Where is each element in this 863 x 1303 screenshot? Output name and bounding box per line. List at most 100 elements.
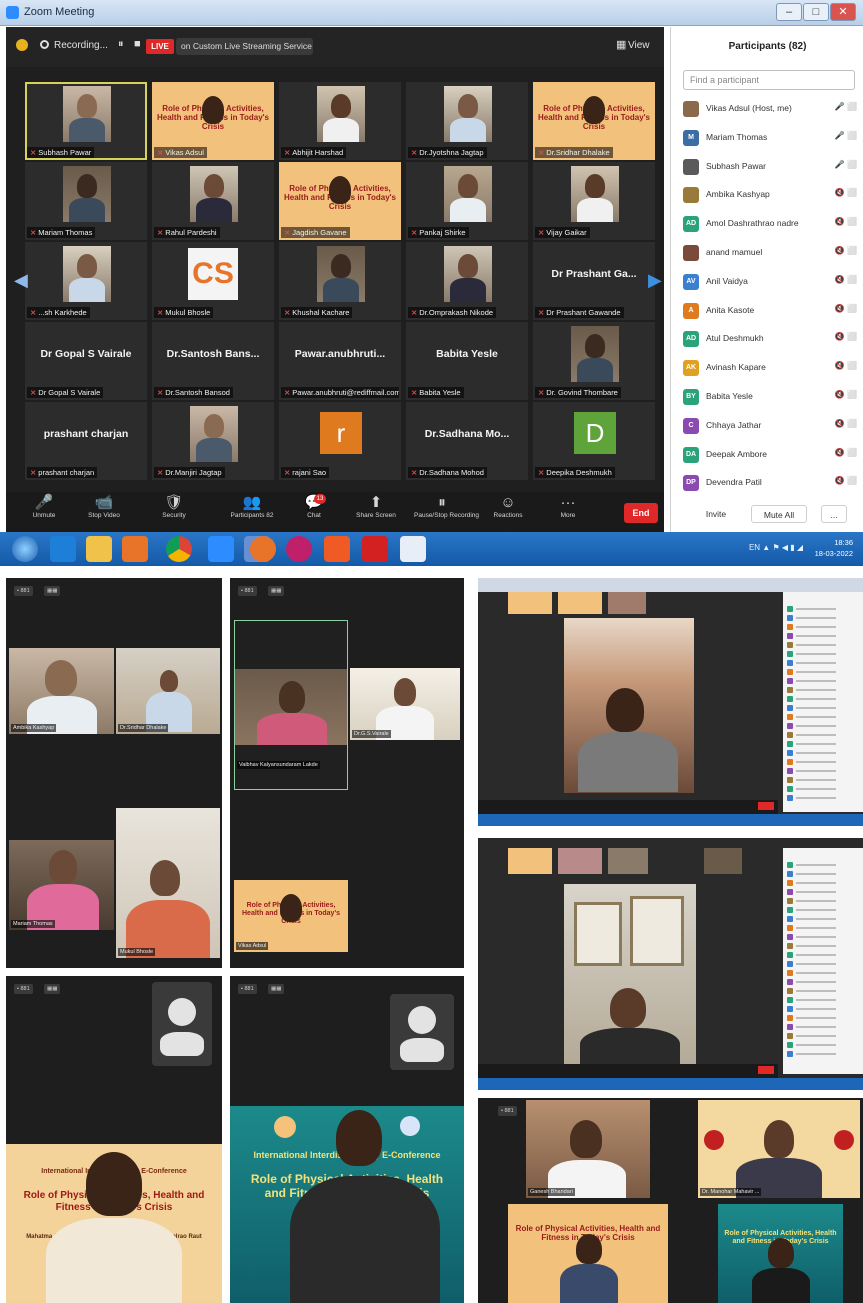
mute-all-button[interactable]: Mute All — [751, 505, 807, 523]
participant-row[interactable]: AD Amol Dashrathrao nadre 🔇 ⬜ — [679, 214, 859, 234]
media-player-icon[interactable] — [122, 536, 148, 562]
mic-video-status-icon[interactable]: 🔇 ⬜ — [835, 217, 857, 226]
pdf-reader-icon[interactable] — [362, 536, 388, 562]
mic-video-status-icon[interactable]: 🔇 ⬜ — [835, 390, 857, 399]
video-tile[interactable]: Dr.Sadhana Mo... ⨯ Dr.Sadhana Mohod — [406, 402, 528, 480]
pause-stop-recording-button[interactable]: ⏸ Pause/Stop Recording — [414, 494, 479, 519]
video-tile[interactable]: ⨯ Dr.Manjiri Jagtap — [152, 402, 274, 480]
security-button[interactable]: 🛡 Security — [146, 494, 202, 519]
mini-name-line — [796, 1035, 836, 1037]
view-button[interactable]: View — [628, 40, 650, 51]
video-tile[interactable]: Dr.Santosh Bans... ⨯ Dr.Santosh Bansod — [152, 322, 274, 400]
participant-row[interactable]: A Anita Kasote 🔇 ⬜ — [679, 301, 859, 321]
taskbar-clock[interactable]: 18:36 18-03-2022 — [815, 537, 853, 559]
video-tile[interactable]: Role of Physical Activities, Health and … — [152, 82, 274, 160]
share-screen-button[interactable]: ⬆ Share Screen — [348, 494, 404, 519]
participant-search-input[interactable]: Find a participant — [683, 70, 855, 90]
pause-recording-icon[interactable]: ⏸ — [118, 38, 124, 51]
video-tile[interactable]: ⨯ Dr.Omprakash Nikode — [406, 242, 528, 320]
shield-icon[interactable] — [16, 39, 28, 51]
video-tile[interactable]: CS ⨯ Mukul Bhosle — [152, 242, 274, 320]
more-options-button[interactable]: ... — [821, 505, 847, 523]
video-tile[interactable]: Pawar.anubhruti... ⨯ Pawar.anubhruti@redif… — [279, 322, 401, 400]
video-tile[interactable]: ⨯ Khushal Kachare — [279, 242, 401, 320]
zoom-taskbar-icon[interactable] — [208, 536, 234, 562]
participant-face — [768, 1238, 794, 1268]
previous-page-icon[interactable]: ◀ — [14, 270, 28, 292]
participants-icon: 👥 — [242, 494, 262, 511]
live-stream-dropdown[interactable]: on Custom Live Streaming Service — [176, 38, 313, 55]
video-tile[interactable]: ⨯ ...sh Karkhede — [25, 242, 147, 320]
opera-icon[interactable] — [286, 536, 312, 562]
participant-face — [150, 860, 180, 896]
participant-row[interactable]: anand mamuel 🔇 ⬜ — [679, 243, 859, 263]
participant-row[interactable]: M Mariam Thomas 🎤 ⬜ — [679, 128, 859, 148]
video-tile[interactable]: Dr Prashant Ga... ⨯ Dr Prashant Gawande — [533, 242, 655, 320]
mic-video-status-icon[interactable]: 🔇 ⬜ — [835, 419, 857, 428]
stop-video-button[interactable]: 📹 Stop Video — [76, 494, 132, 519]
unmute-button[interactable]: 🎤 Unmute — [16, 494, 72, 519]
reactions-button[interactable]: ☺ Reactions — [480, 494, 536, 519]
participant-row[interactable]: AK Avinash Kapare 🔇 ⬜ — [679, 358, 859, 378]
video-tile[interactable]: Babita Yesle ⨯ Babita Yesle — [406, 322, 528, 400]
video-tile[interactable]: Dr Gopal S Vairale ⨯ Dr Gopal S Vairale — [25, 322, 147, 400]
video-tile[interactable]: D ⨯ Deepika Deshmukh — [533, 402, 655, 480]
stop-video-icon: 📹 — [94, 494, 114, 511]
participant-row[interactable]: AD Atul Deshmukh 🔇 ⬜ — [679, 329, 859, 349]
participant-row[interactable]: BY Babita Yesle 🔇 ⬜ — [679, 387, 859, 407]
video-tile[interactable]: ⨯ Rahul Pardeshi — [152, 162, 274, 240]
mic-video-status-icon[interactable]: 🔇 ⬜ — [835, 476, 857, 485]
next-page-icon[interactable]: ▶ — [648, 270, 662, 292]
video-tile[interactable]: ⨯ Subhash Pawar — [25, 82, 147, 160]
end-meeting-button[interactable]: End — [624, 503, 658, 523]
close-button[interactable]: ✕ — [830, 3, 856, 21]
participants-button[interactable]: 👥 Participants 82 — [224, 494, 280, 519]
video-tile[interactable]: r ⨯ rajani Sao — [279, 402, 401, 480]
participant-row[interactable]: DP Devendra Patil 🔇 ⬜ — [679, 473, 859, 493]
mini-name-line — [796, 617, 836, 619]
more-button[interactable]: ··· More — [540, 494, 596, 519]
mini-name-line — [796, 981, 836, 983]
firefox-icon[interactable] — [250, 536, 276, 562]
participant-row[interactable]: Subhash Pawar 🎤 ⬜ — [679, 157, 859, 177]
video-tile[interactable]: ⨯ Vijay Gaikar — [533, 162, 655, 240]
participant-row[interactable]: Ambika Kashyap 🔇 ⬜ — [679, 185, 859, 205]
mic-video-status-icon[interactable]: 🔇 ⬜ — [835, 448, 857, 457]
chrome-icon[interactable] — [166, 536, 192, 562]
video-tile[interactable]: prashant charjan ⨯ prashant charjan — [25, 402, 147, 480]
mic-video-status-icon[interactable]: 🎤 ⬜ — [835, 102, 857, 111]
participant-row[interactable]: C Chhaya Jathar 🔇 ⬜ — [679, 416, 859, 436]
video-tile[interactable]: ⨯ Pankaj Shirke — [406, 162, 528, 240]
mini-end-button[interactable] — [758, 802, 774, 810]
participant-row[interactable]: Vikas Adsul (Host, me) 🎤 ⬜ — [679, 99, 859, 119]
avatar-icon — [168, 998, 196, 1026]
video-tile[interactable]: ⨯ Mariam Thomas — [25, 162, 147, 240]
video-tile[interactable]: Role of Physical Activities, Health and … — [533, 82, 655, 160]
mic-video-status-icon[interactable]: 🔇 ⬜ — [835, 188, 857, 197]
mic-video-status-icon[interactable]: 🔇 ⬜ — [835, 304, 857, 313]
participant-row[interactable]: DA Deepak Ambore 🔇 ⬜ — [679, 445, 859, 465]
stop-recording-icon[interactable]: ■ — [134, 38, 141, 50]
video-tile[interactable]: ⨯ Abhijit Harshad — [279, 82, 401, 160]
document-icon[interactable] — [400, 536, 426, 562]
video-tile[interactable]: ⨯ Dr. Govind Thombare — [533, 322, 655, 400]
participant-shirt — [69, 198, 105, 222]
video-tile[interactable]: Role of Physical Activities, Health and … — [279, 162, 401, 240]
maximize-button[interactable]: □ — [803, 3, 829, 21]
mic-video-status-icon[interactable]: 🎤 ⬜ — [835, 160, 857, 169]
participant-row[interactable]: AV Anil Vaidya 🔇 ⬜ — [679, 272, 859, 292]
ie-icon[interactable] — [50, 536, 76, 562]
system-tray[interactable]: EN ▲ ⚑ ◀ ▮ ◢ — [749, 543, 803, 552]
mic-video-status-icon[interactable]: 🔇 ⬜ — [835, 246, 857, 255]
start-button[interactable] — [12, 536, 38, 562]
mic-video-status-icon[interactable]: 🔇 ⬜ — [835, 275, 857, 284]
folder-icon[interactable] — [86, 536, 112, 562]
mic-video-status-icon[interactable]: 🔇 ⬜ — [835, 332, 857, 341]
mic-video-status-icon[interactable]: 🔇 ⬜ — [835, 361, 857, 370]
video-tile[interactable]: ⨯ Dr.Jyotshna Jagtap — [406, 82, 528, 160]
mini-end-button[interactable] — [758, 1066, 774, 1074]
minimize-button[interactable]: – — [776, 3, 802, 21]
mic-video-status-icon[interactable]: 🎤 ⬜ — [835, 131, 857, 140]
invite-button[interactable]: Invite — [691, 505, 741, 523]
brave-icon[interactable] — [324, 536, 350, 562]
